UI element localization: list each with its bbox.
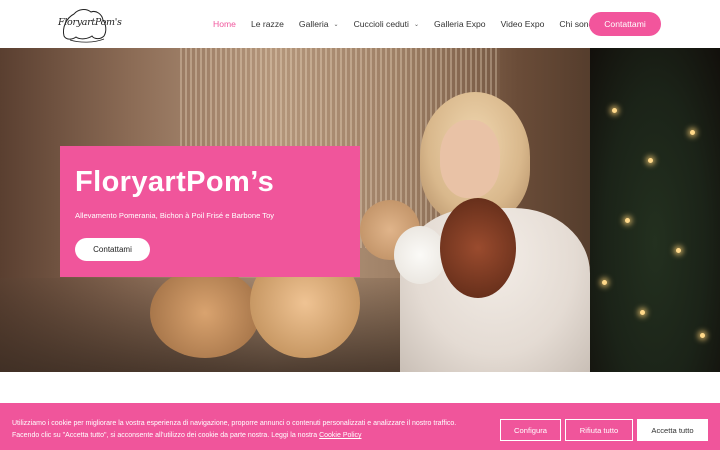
woman-face: [440, 120, 500, 198]
nav-label: Galleria Expo: [434, 19, 486, 29]
poodle-dog: [440, 198, 516, 298]
nav-label: Le razze: [250, 19, 284, 29]
nav-item-home[interactable]: Home: [213, 19, 236, 29]
tree-light: [690, 130, 695, 135]
contact-button[interactable]: Contattami: [589, 12, 661, 36]
tree-light: [612, 108, 617, 113]
chevron-down-icon: ⌄: [413, 21, 419, 28]
nav-label: Cuccioli ceduti: [353, 19, 409, 29]
hero-image: FloryartPom’s Allevamento Pomerania, Bic…: [0, 48, 720, 372]
cookie-banner: Utilizziamo i cookie per migliorare la v…: [0, 403, 720, 450]
nav-item-galleria-expo[interactable]: Galleria Expo: [434, 19, 486, 29]
main-nav: Home Le razze Galleria ⌄ Cuccioli ceduti ⌄…: [213, 0, 608, 48]
configure-button[interactable]: Configura: [500, 419, 561, 441]
accept-all-button[interactable]: Accetta tutto: [637, 419, 708, 441]
nav-item-video-expo[interactable]: Video Expo: [501, 19, 545, 29]
nav-label: Home: [213, 19, 236, 29]
tree-light: [625, 218, 630, 223]
hero-subtitle: Allevamento Pomerania, Bichon à Poil Fri…: [75, 211, 275, 220]
pomeranian-dog: [150, 268, 260, 358]
site-logo[interactable]: FloryartPom's: [58, 6, 122, 44]
cookie-text-line2: Facendo clic su "Accetta tutto", si acco…: [12, 432, 320, 439]
cookie-policy-link[interactable]: Cookie Policy: [319, 432, 361, 439]
nav-item-galleria[interactable]: Galleria ⌄: [299, 19, 339, 29]
nav-item-le-razze[interactable]: Le razze: [251, 19, 284, 29]
cookie-text-line1: Utilizziamo i cookie per migliorare la v…: [12, 420, 457, 427]
nav-label: Video Expo: [500, 19, 545, 29]
nav-item-cuccioli-ceduti[interactable]: Cuccioli ceduti ⌄: [354, 19, 419, 29]
reject-all-button[interactable]: Rifiuta tutto: [565, 419, 633, 441]
tree-light: [700, 333, 705, 338]
tree-light: [602, 280, 607, 285]
tree-light: [640, 310, 645, 315]
bichon-dog: [394, 226, 446, 284]
tree-light: [648, 158, 653, 163]
tree-light: [676, 248, 681, 253]
chevron-down-icon: ⌄: [333, 21, 339, 28]
hero-contact-button[interactable]: Contattami: [75, 238, 150, 261]
hero-title: FloryartPom’s: [75, 166, 275, 198]
site-header: FloryartPom's Home Le razze Galleria ⌄ Cu…: [0, 0, 720, 48]
cookie-text: Utilizziamo i cookie per migliorare la v…: [12, 418, 497, 442]
christmas-tree: [590, 48, 720, 372]
logo-text: FloryartPom's: [58, 17, 122, 28]
hero-card: FloryartPom’s Allevamento Pomerania, Bic…: [60, 146, 360, 277]
nav-label: Galleria: [298, 19, 329, 29]
